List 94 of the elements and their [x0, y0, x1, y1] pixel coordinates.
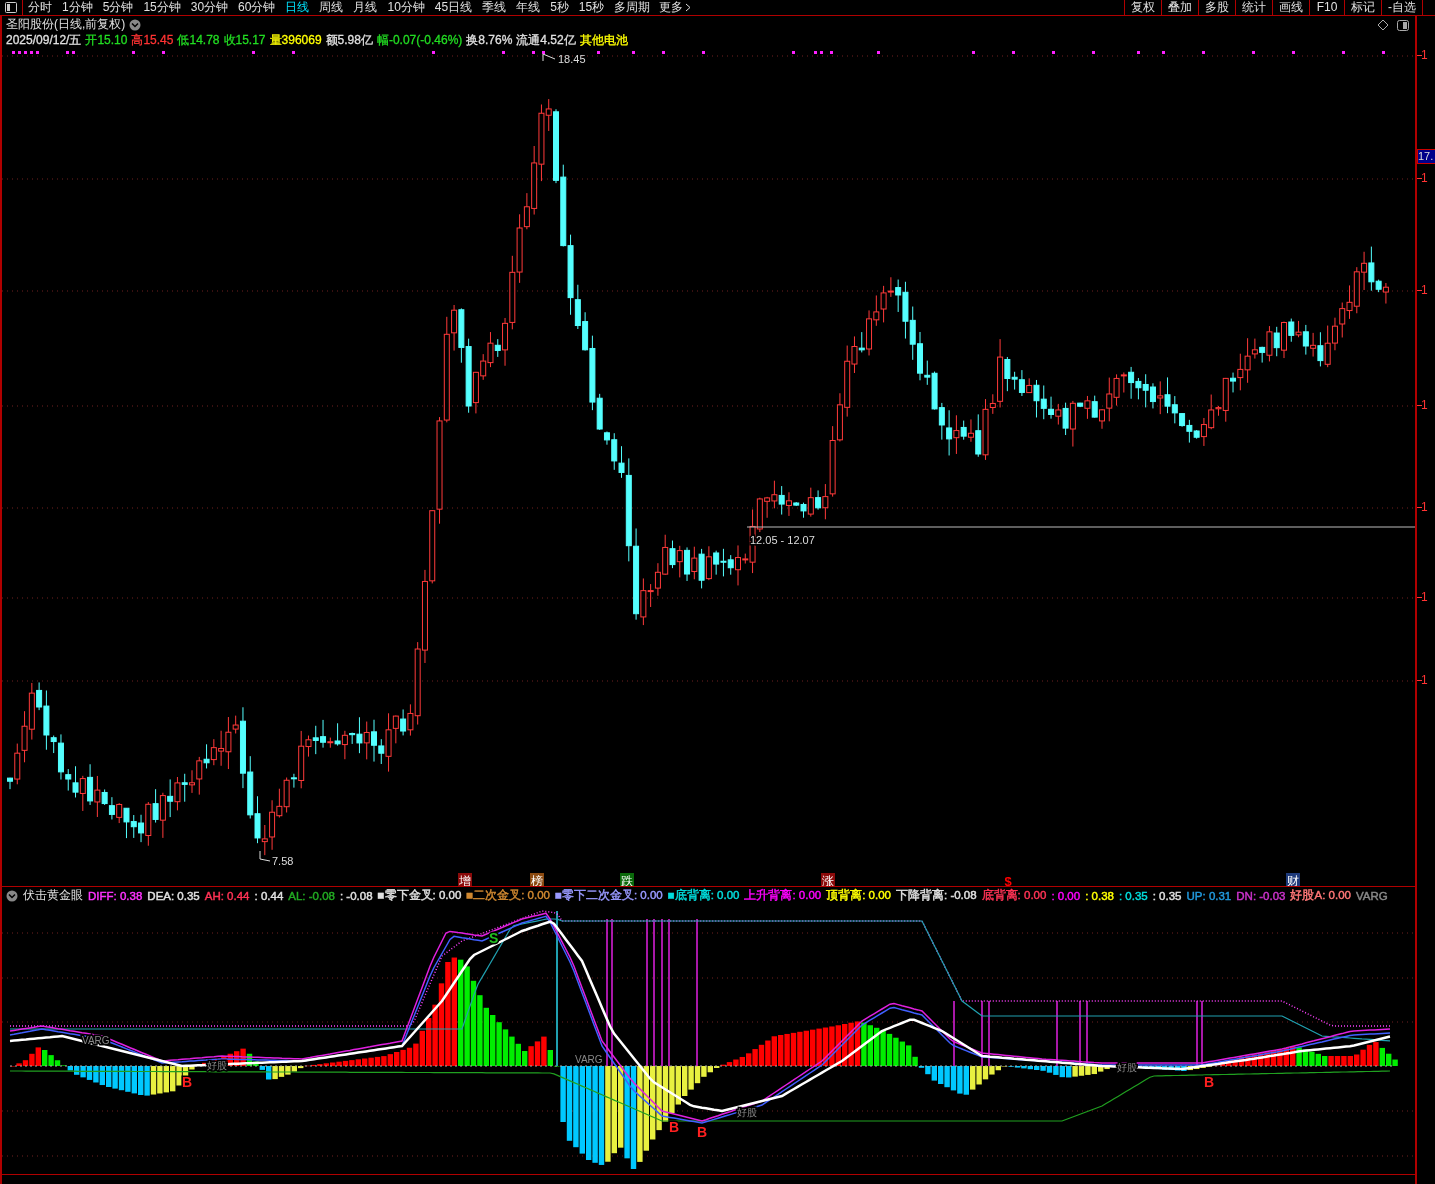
period-tab[interactable]: 10分钟	[382, 0, 430, 15]
indicator-value: VARG	[1355, 889, 1388, 902]
indicator-value: ■零下二次金叉: 0.00	[555, 888, 663, 903]
price-axis-label: 1	[1421, 172, 1428, 184]
signal-tag: 增	[458, 873, 472, 886]
mark-label: 好股	[207, 1060, 227, 1071]
buy-signal: B	[697, 1124, 708, 1140]
price-axis-label: 1	[1421, 591, 1428, 603]
period-tab[interactable]: 多周期	[609, 0, 656, 15]
signal-line	[981, 1000, 983, 1067]
current-price-tag: 17.	[1417, 149, 1435, 164]
signal-tag: 榜	[530, 873, 544, 886]
indicator-value: 下降背离: -0.08	[896, 888, 977, 903]
stock-title: 圣阳股份(日线,前复权)	[6, 16, 126, 33]
mark-label: 好股	[1117, 1062, 1137, 1073]
period-tab[interactable]: 季线	[477, 0, 512, 15]
period-tab[interactable]: 5分钟	[97, 0, 139, 15]
indicator-value: DIFF: 0.38	[88, 889, 143, 902]
indicator-value: AL: -0.08	[288, 889, 335, 902]
period-tab[interactable]: 年线	[511, 0, 546, 15]
high-price-label: 18.45	[558, 53, 586, 65]
toolbar-button[interactable]: -自选	[1381, 0, 1422, 15]
buy-signal: B	[182, 1074, 193, 1090]
period-tab[interactable]: 1分钟	[57, 0, 98, 15]
panel-icon[interactable]	[1397, 19, 1409, 31]
quote-value: 高15.45	[131, 32, 174, 49]
period-tab[interactable]: 60分钟	[233, 0, 281, 15]
indicator-value: 上升背离: 0.00	[744, 888, 822, 903]
indicator-value: DEA: 0.35	[147, 889, 200, 902]
period-tab[interactable]: 分时	[23, 0, 57, 15]
toolbar-button[interactable]: 画线	[1272, 0, 1309, 15]
quote-value: 幅-0.07(-0.46%)	[376, 32, 463, 49]
indicator-value: 顶背离: 0.00	[826, 888, 891, 903]
period-tab[interactable]: 周线	[314, 0, 349, 15]
toolbar-button[interactable]: 统计	[1235, 0, 1272, 15]
toolbar-button[interactable]: 多股	[1198, 0, 1235, 15]
price-axis-label: 1	[1421, 501, 1428, 513]
quote-value: 额5.98亿	[325, 32, 373, 49]
period-tab[interactable]: 15秒	[573, 0, 610, 15]
indicator-value: AH: 0.44	[204, 889, 250, 902]
quote-value: 量396069	[269, 32, 322, 49]
indicator-value: ■底背离: 0.00	[667, 888, 740, 903]
dropdown-icon[interactable]	[6, 889, 18, 902]
indicator-value: DN: -0.03	[1236, 889, 1286, 902]
chevron-right-icon	[685, 3, 692, 12]
low-price-label: 7.58	[272, 855, 294, 867]
signal-tag: 跌	[620, 873, 634, 886]
quote-value: 收15.17	[223, 32, 266, 49]
period-tab[interactable]: 30分钟	[185, 0, 234, 15]
toolbar-button[interactable]: F10	[1309, 0, 1344, 15]
quote-value: 流通4.52亿	[516, 32, 576, 49]
price-axis-label: 1	[1421, 49, 1428, 61]
high-leader-line	[542, 53, 556, 62]
buy-signal: B	[1204, 1074, 1215, 1090]
indicator-name: 伏击黄金眼	[23, 887, 83, 904]
indicator-value: ■零下金叉: 0.00	[377, 888, 462, 903]
period-tab[interactable]: 日线	[280, 0, 315, 15]
period-tab[interactable]: 15分钟	[138, 0, 186, 15]
more-button[interactable]: 更多	[655, 0, 696, 15]
mark-label: VARG	[575, 1054, 603, 1065]
quote-value: 低14.78	[177, 32, 220, 49]
quote-value: 2025/09/12/五	[6, 32, 82, 49]
dropdown-icon[interactable]	[129, 18, 142, 31]
quote-value: 开15.10	[85, 32, 128, 49]
indicator-value: : -0.08	[339, 889, 373, 902]
quote-value: 其他电池	[579, 32, 628, 49]
price-axis-label: 1	[1421, 399, 1428, 411]
low-leader-line	[259, 850, 271, 862]
indicator-value: 好股A: 0.00	[1290, 888, 1351, 903]
indicator-value: : 0.35	[1118, 889, 1148, 902]
signal-line	[1056, 1000, 1058, 1067]
signal-tag: 涨	[821, 873, 835, 886]
toolbar-button[interactable]: 复权	[1124, 0, 1161, 15]
indicator-value: : 0.00	[1051, 889, 1081, 902]
signal-line	[1079, 1000, 1081, 1067]
diamond-icon[interactable]	[1377, 19, 1389, 31]
indicator-value: UP: 0.31	[1186, 889, 1232, 902]
indicator-value: 底背离: 0.00	[981, 888, 1047, 903]
toolbar-button[interactable]: 叠加	[1161, 0, 1198, 15]
price-axis-label: 1	[1421, 284, 1428, 296]
signal-tag: 财	[1286, 873, 1300, 886]
indicator-value: : 0.44	[254, 889, 284, 902]
toolbar-button[interactable]: 标记	[1344, 0, 1381, 15]
signal-line	[953, 1000, 955, 1067]
price-axis-label: 1	[1421, 674, 1428, 686]
period-tab[interactable]: 5秒	[545, 0, 574, 15]
signal-line	[988, 1000, 990, 1067]
period-tab[interactable]: 45日线	[429, 0, 478, 15]
indicator-value: ■二次金叉: 0.00	[466, 888, 550, 903]
quote-value: 换8.76%	[466, 32, 513, 49]
indicator-value: : 0.38	[1085, 889, 1114, 902]
buy-signal: B	[669, 1119, 680, 1135]
indicator-value: : 0.35	[1152, 889, 1182, 902]
period-tab[interactable]: 月线	[348, 0, 383, 15]
